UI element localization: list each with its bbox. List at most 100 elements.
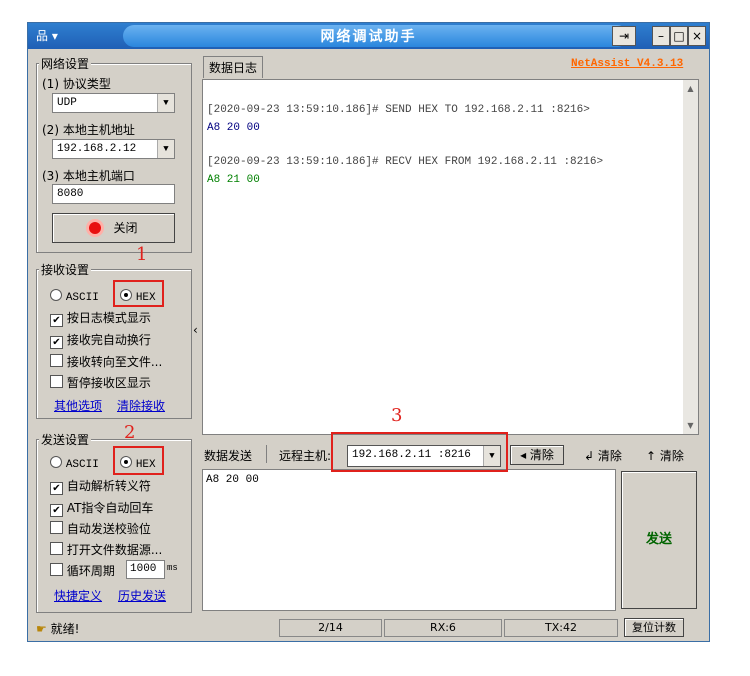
status-ready: ☛ 就绪! — [36, 620, 79, 637]
clear-recv-count-button[interactable]: ↲ 清除 — [584, 447, 622, 464]
tab-divider — [266, 445, 267, 463]
clear-send-count-button[interactable]: ↑ 清除 — [646, 447, 684, 464]
send-input[interactable]: A8 20 00 — [202, 469, 616, 611]
window-title: 网络调试助手 — [320, 29, 417, 45]
cycle-option[interactable]: 循环周期 — [50, 562, 115, 579]
radio-icon — [50, 456, 62, 468]
tab-data-log[interactable]: 数据日志 — [203, 56, 264, 78]
shortcut-link[interactable]: 快捷定义 — [54, 587, 102, 604]
send-ascii-radio[interactable]: ASCII — [50, 456, 99, 471]
log-entry-header: [2020-09-23 13:59:10.186]# SEND HEX TO 1… — [207, 104, 590, 116]
close-connection-label: 关闭 — [113, 221, 138, 235]
version-label: NetAssist V4.3.13 — [571, 58, 684, 70]
status-tx: TX:42 — [504, 619, 618, 637]
recv-option-label: 接收完自动换行 — [66, 333, 151, 347]
recv-settings-label: 接收设置 — [39, 261, 92, 278]
send-text: A8 20 00 — [206, 474, 259, 486]
send-ascii-label: ASCII — [65, 459, 99, 471]
cycle-label: 循环周期 — [66, 564, 115, 578]
recv-option[interactable]: 暂停接收区显示 — [50, 374, 151, 391]
net-settings-label: 网络设置 — [39, 55, 92, 72]
checkbox-icon: ✔ — [50, 504, 63, 517]
send-option[interactable]: 自动发送校验位 — [50, 520, 151, 537]
host-value: 192.168.2.12 — [57, 143, 137, 155]
log-entry-header: [2020-09-23 13:59:10.186]# RECV HEX FROM… — [207, 156, 604, 168]
annotation-number-2: 2 — [124, 422, 136, 443]
send-option-label: 自动发送校验位 — [66, 522, 151, 536]
status-pages: 2/14 — [279, 619, 382, 637]
recv-option-label: 暂停接收区显示 — [66, 376, 151, 390]
history-link[interactable]: 历史发送 — [118, 587, 166, 604]
annotation-box-3 — [331, 432, 508, 472]
clear-recv-count-label: 清除 — [597, 449, 622, 463]
log-scrollbar[interactable]: ▲ ▼ — [683, 80, 698, 434]
host-select[interactable]: 192.168.2.12 ▼ — [52, 139, 175, 159]
recv-option-label: 接收转向至文件... — [66, 355, 163, 369]
send-button[interactable]: 发送 — [621, 471, 697, 609]
host-label: (2) 本地主机地址 — [42, 123, 135, 137]
pin-button[interactable]: ⇥ — [612, 26, 636, 46]
splitter-collapse-icon[interactable]: ‹ — [193, 323, 198, 337]
scroll-up-icon[interactable]: ▲ — [683, 84, 698, 93]
scroll-down-icon[interactable]: ▼ — [683, 421, 698, 430]
checkbox-icon — [50, 375, 63, 388]
checkbox-icon: ✔ — [50, 482, 63, 495]
recv-option[interactable]: ✔ 按日志模式显示 — [50, 309, 151, 327]
send-option[interactable]: ✔ 自动解析转义符 — [50, 477, 151, 495]
recv-option[interactable]: 接收转向至文件... — [50, 353, 162, 370]
checkbox-icon — [50, 354, 63, 367]
cycle-unit: ms — [167, 563, 178, 573]
arrow-left-icon: ◂ — [520, 448, 527, 462]
annotation-box-1 — [113, 280, 164, 307]
tab-data-send[interactable]: 数据发送 — [204, 447, 252, 464]
status-ready-label: 就绪! — [50, 622, 80, 636]
port-label: (3) 本地主机端口 — [42, 169, 135, 183]
clear-send-count-label: 清除 — [659, 449, 684, 463]
clear-send-label: 清除 — [529, 448, 554, 462]
annotation-number-1: 1 — [136, 244, 148, 265]
checkbox-icon — [50, 521, 63, 534]
more-options-link[interactable]: 其他选项 — [54, 397, 102, 414]
send-settings-label: 发送设置 — [39, 431, 92, 448]
clear-recv-link[interactable]: 清除接收 — [117, 397, 165, 414]
send-option-label: AT指令自动回车 — [66, 501, 154, 515]
return-arrow-icon: ↲ — [584, 449, 595, 463]
recv-option-label: 按日志模式显示 — [66, 311, 151, 325]
send-option[interactable]: 打开文件数据源... — [50, 541, 162, 558]
chevron-down-icon: ▼ — [157, 94, 174, 112]
checkbox-icon — [50, 563, 63, 576]
chevron-down-icon: ▼ — [157, 140, 174, 158]
reset-count-button[interactable]: 复位计数 — [624, 618, 684, 637]
send-option[interactable]: ✔ AT指令自动回车 — [50, 499, 153, 517]
recv-ascii-label: ASCII — [65, 292, 99, 304]
cycle-input[interactable]: 1000 — [126, 560, 165, 579]
remote-host-label: 远程主机: — [279, 449, 332, 463]
send-option-label: 自动解析转义符 — [66, 479, 151, 493]
title-bar: 品 ▾ 网络调试助手 ⇥ – □ × — [28, 23, 709, 49]
protocol-value: UDP — [57, 97, 77, 109]
app-window: 品 ▾ 网络调试助手 ⇥ – □ × 网络设置 (1) 协议类型 UDP ▼ (2… — [27, 22, 710, 642]
checkbox-icon: ✔ — [50, 314, 63, 327]
radio-icon — [50, 289, 62, 301]
hand-icon: ☛ — [36, 622, 47, 636]
close-connection-button[interactable]: 关闭 — [52, 213, 175, 243]
checkbox-icon — [50, 542, 63, 555]
maximize-button[interactable]: □ — [670, 26, 688, 46]
recv-option[interactable]: ✔ 接收完自动换行 — [50, 331, 151, 349]
connection-light-icon — [89, 222, 102, 234]
send-option-label: 打开文件数据源... — [66, 543, 163, 557]
minimize-button[interactable]: – — [652, 26, 670, 46]
log-pane[interactable]: [2020-09-23 13:59:10.186]# SEND HEX TO 1… — [202, 79, 699, 435]
up-arrow-icon: ↑ — [646, 449, 657, 463]
protocol-label: (1) 协议类型 — [42, 77, 111, 91]
annotation-number-3: 3 — [391, 405, 403, 426]
clear-send-button[interactable]: ◂ 清除 — [510, 445, 564, 465]
log-entry-data: A8 20 00 — [207, 122, 260, 134]
protocol-select[interactable]: UDP ▼ — [52, 93, 175, 113]
log-entry-data: A8 21 00 — [207, 174, 260, 186]
annotation-box-2 — [113, 446, 164, 475]
port-input[interactable]: 8080 — [52, 184, 175, 204]
recv-ascii-radio[interactable]: ASCII — [50, 289, 99, 304]
status-rx: RX:6 — [384, 619, 502, 637]
close-button[interactable]: × — [688, 26, 706, 46]
